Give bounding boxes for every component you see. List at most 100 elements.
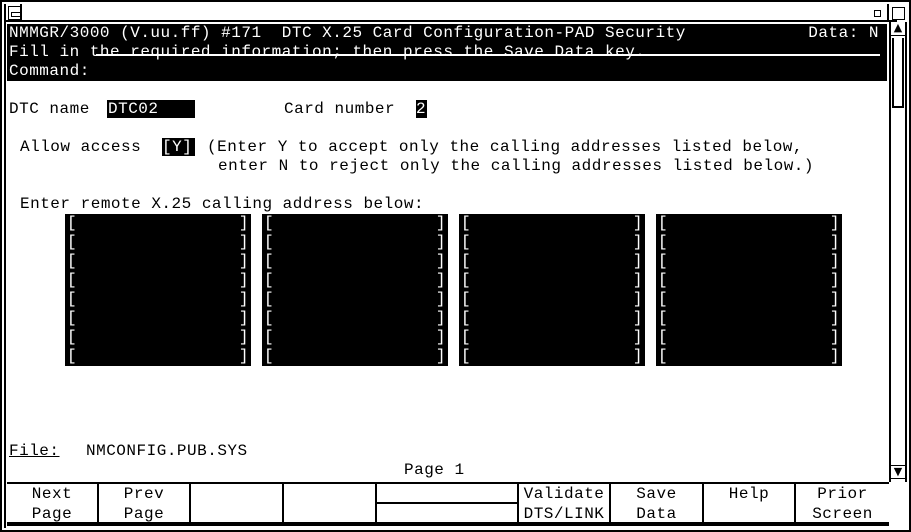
address-field[interactable]: []: [459, 233, 645, 252]
softkey-8-help[interactable]: Help: [704, 484, 796, 524]
field-bracket-close: ]: [435, 233, 446, 251]
address-field[interactable]: []: [65, 290, 251, 309]
card-number-label: Card number: [284, 100, 396, 118]
field-bracket-open: [: [461, 290, 472, 308]
address-field[interactable]: []: [262, 328, 448, 347]
field-bracket-close: ]: [435, 290, 446, 308]
field-bracket-close: ]: [238, 347, 249, 365]
address-field[interactable]: []: [65, 252, 251, 271]
field-bracket-open: [: [658, 271, 669, 289]
softkey-4[interactable]: [284, 484, 377, 524]
allow-access-field[interactable]: [Y]: [162, 138, 195, 156]
address-field[interactable]: []: [65, 328, 251, 347]
field-bracket-close: ]: [829, 252, 840, 270]
address-field[interactable]: []: [656, 271, 842, 290]
address-field[interactable]: []: [656, 214, 842, 233]
address-field[interactable]: []: [459, 271, 645, 290]
command-input[interactable]: [96, 54, 880, 56]
title-bar[interactable]: [6, 4, 897, 22]
softkey-5[interactable]: [377, 484, 519, 524]
softkey-label-line2: [191, 504, 282, 524]
address-field[interactable]: []: [262, 290, 448, 309]
softkey-label-line2: [704, 504, 794, 524]
softkey-3[interactable]: [191, 484, 284, 524]
softkey-label-line1: Help: [728, 485, 770, 503]
field-bracket-close: ]: [435, 309, 446, 327]
address-field[interactable]: []: [65, 347, 251, 366]
softkey-label-line1: Save: [636, 485, 677, 503]
address-field[interactable]: []: [262, 271, 448, 290]
address-field[interactable]: []: [65, 271, 251, 290]
address-field[interactable]: []: [262, 233, 448, 252]
address-field[interactable]: []: [656, 347, 842, 366]
address-column-1: [][][][][][][][]: [65, 214, 251, 366]
address-column-2: [][][][][][][][]: [262, 214, 448, 366]
field-bracket-open: [: [67, 328, 78, 346]
address-field[interactable]: []: [459, 290, 645, 309]
address-field[interactable]: []: [65, 233, 251, 252]
field-bracket-close: ]: [632, 233, 643, 251]
softkey-1-next[interactable]: Next Page: [7, 484, 99, 524]
address-field[interactable]: []: [656, 233, 842, 252]
field-bracket-open: [: [67, 347, 78, 365]
address-field[interactable]: []: [459, 252, 645, 271]
field-bracket-close: ]: [632, 347, 643, 365]
address-field[interactable]: []: [459, 309, 645, 328]
vertical-scrollbar[interactable]: ▲ ▼: [889, 22, 907, 482]
field-bracket-close: ]: [632, 271, 643, 289]
field-bracket-close: ]: [435, 271, 446, 289]
softkey-6-validate[interactable]: Validate DTS/LINK: [519, 484, 611, 524]
minimize-icon[interactable]: [871, 6, 883, 20]
address-field[interactable]: []: [459, 347, 645, 366]
scroll-up-arrow-icon[interactable]: ▲: [891, 22, 905, 36]
field-bracket-open: [: [658, 214, 669, 232]
field-bracket-open: [: [67, 214, 78, 232]
field-bracket-close: ]: [632, 290, 643, 308]
field-bracket-close: ]: [632, 252, 643, 270]
allow-access-help-line2: enter N to reject only the calling addre…: [218, 157, 814, 175]
allow-access-help-line1: (Enter Y to accept only the calling addr…: [207, 138, 803, 156]
field-bracket-close: ]: [435, 252, 446, 270]
softkey-9-prior[interactable]: Prior Screen: [796, 484, 889, 524]
field-bracket-close: ]: [829, 347, 840, 365]
field-bracket-close: ]: [829, 214, 840, 232]
dtc-name-label: DTC name: [9, 100, 90, 118]
field-bracket-open: [: [461, 214, 472, 232]
dtc-name-field[interactable]: DTC02: [107, 100, 195, 118]
address-field[interactable]: []: [656, 328, 842, 347]
address-field[interactable]: []: [459, 214, 645, 233]
field-bracket-open: [: [264, 309, 275, 327]
address-field[interactable]: []: [656, 252, 842, 271]
field-bracket-close: ]: [829, 309, 840, 327]
softkey-7-save[interactable]: Save Data: [611, 484, 704, 524]
scroll-thumb[interactable]: [892, 38, 904, 108]
screen-title: NMMGR/3000 (V.uu.ff) #171 DTC X.25 Card …: [9, 24, 686, 42]
field-bracket-open: [: [67, 233, 78, 251]
address-field[interactable]: []: [262, 347, 448, 366]
maximize-icon[interactable]: [887, 4, 907, 22]
field-bracket-open: [: [67, 309, 78, 327]
softkey-label-line2: Page: [31, 505, 73, 523]
address-field[interactable]: []: [262, 252, 448, 271]
address-field[interactable]: []: [656, 309, 842, 328]
field-bracket-close: ]: [435, 347, 446, 365]
address-field[interactable]: []: [459, 328, 645, 347]
field-bracket-close: ]: [829, 290, 840, 308]
field-bracket-close: ]: [238, 252, 249, 270]
allow-access-label: Allow access: [20, 138, 142, 156]
field-bracket-open: [: [658, 347, 669, 365]
field-bracket-open: [: [264, 252, 275, 270]
softkey-2-prev[interactable]: Prev Page: [99, 484, 191, 524]
address-field[interactable]: []: [656, 290, 842, 309]
address-field[interactable]: []: [262, 214, 448, 233]
scroll-down-arrow-icon[interactable]: ▼: [891, 465, 905, 479]
page-indicator: Page 1: [404, 461, 465, 479]
address-field[interactable]: []: [65, 214, 251, 233]
field-bracket-open: [: [67, 290, 78, 308]
field-bracket-close: ]: [238, 309, 249, 327]
card-number-field[interactable]: 2: [416, 100, 427, 118]
field-bracket-close: ]: [829, 233, 840, 251]
softkey-label-line1: Validate: [523, 485, 605, 503]
address-field[interactable]: []: [65, 309, 251, 328]
address-field[interactable]: []: [262, 309, 448, 328]
